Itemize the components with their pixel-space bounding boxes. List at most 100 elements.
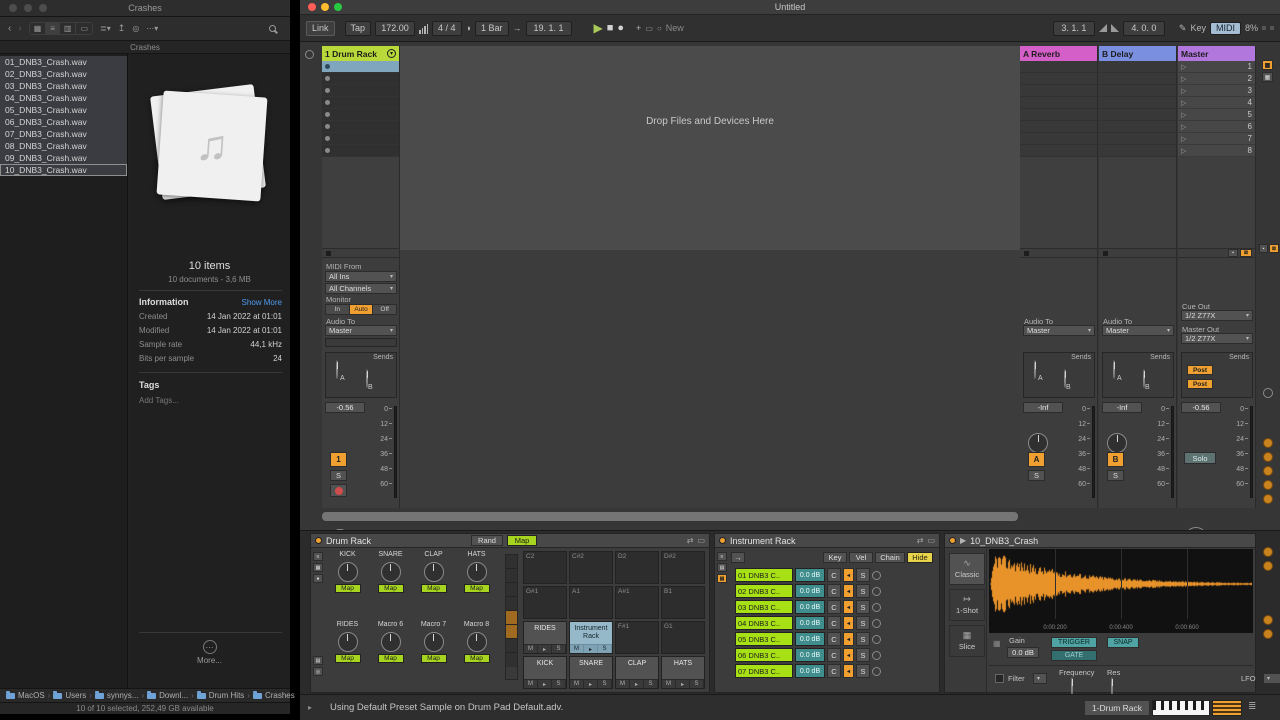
tags-button[interactable]: ◎ (132, 24, 139, 33)
gain-value[interactable]: 0.0 dB (1007, 647, 1039, 658)
chain-pan[interactable]: C (827, 648, 841, 662)
clip-stop-button[interactable] (325, 100, 330, 105)
back-to-arrangement-button[interactable]: ⊠ (1240, 249, 1252, 257)
chain-name[interactable]: 06 DNB3 C.. (735, 648, 793, 662)
drum-pad-empty[interactable]: D2 (615, 551, 659, 584)
pad-play-icon[interactable]: ▸ (538, 679, 552, 688)
chain-pan[interactable]: C (827, 664, 841, 678)
back-button[interactable]: ‹ (8, 23, 11, 34)
hot-swap-icon[interactable]: ◂ (843, 648, 854, 662)
clip-slot[interactable] (322, 85, 399, 97)
hot-swap-icon[interactable]: ◂ (843, 616, 854, 630)
chain-volume[interactable]: 0.0 dB (795, 616, 825, 630)
device-strip-toggle-2[interactable] (1263, 561, 1273, 571)
io-section-toggle[interactable] (1263, 388, 1273, 398)
hot-swap-icon[interactable]: ◂ (843, 584, 854, 598)
track-delay-toggle[interactable] (1263, 480, 1273, 490)
key-zone-display[interactable] (1152, 700, 1210, 716)
volume-value[interactable]: -0.56 (325, 402, 365, 413)
return-chains-toggle[interactable]: ▤ (313, 656, 323, 665)
chain-row[interactable]: 05 DNB3 C.. 0.0 dB C ◂ S (735, 632, 935, 646)
list-view-button[interactable]: ≡ (46, 23, 60, 34)
track-header[interactable]: 1 Drum Rack ▾ (322, 46, 399, 61)
chain-volume[interactable]: 0.0 dB (795, 632, 825, 646)
gallery-view-button[interactable]: ▭ (76, 23, 93, 34)
file-row-focused[interactable]: 10_DNB3_Crash.wav (0, 164, 127, 176)
list-icon[interactable]: ≣ (1248, 701, 1256, 712)
macro-map-button[interactable]: Map (420, 584, 447, 593)
macro-map-button[interactable]: Map (334, 654, 361, 663)
pad-solo-button[interactable]: S (598, 679, 612, 688)
file-row[interactable]: 08_DNB3_Crash.wav (0, 140, 127, 152)
empty-track-area[interactable]: Drop Files and Devices Here (400, 46, 1020, 250)
filter-checkbox[interactable] (995, 674, 1004, 683)
io-overview-icon[interactable]: ▦ (1262, 60, 1273, 70)
path-item[interactable]: synnys... (107, 691, 139, 700)
forward-button[interactable]: › (18, 23, 21, 34)
chain-name[interactable]: 07 DNB3 C.. (735, 664, 793, 678)
clip-stop-button[interactable] (325, 148, 330, 153)
scene-row[interactable]: ▷ 1 (1178, 61, 1255, 73)
map-mode-button[interactable]: Map (507, 535, 538, 546)
macro-knob[interactable] (423, 562, 444, 582)
fold-device-icon[interactable]: ▭ (697, 536, 705, 545)
return-b-header[interactable]: B Delay (1099, 46, 1176, 61)
chain-list-toggle[interactable]: ▤ (717, 563, 727, 572)
drum-pad-empty[interactable]: A#1 (615, 586, 659, 619)
chevron-circle-icon[interactable]: ▾ (387, 49, 396, 58)
macro-knob[interactable] (423, 632, 444, 652)
arrangement-return-icon[interactable]: ⊠ (1269, 244, 1279, 253)
chain-circle-icon[interactable] (872, 666, 881, 676)
master-out-dropdown[interactable]: 1/2 Z77X ▾ (1181, 333, 1253, 344)
devices-toggle[interactable]: ▤ (717, 574, 727, 583)
chain-circle-icon[interactable] (872, 650, 881, 660)
action-button[interactable]: ⋯▾ (146, 24, 158, 33)
drum-pad[interactable]: KICK M ▸ S (523, 656, 567, 689)
search-icon[interactable] (269, 25, 276, 32)
device-activator[interactable] (315, 537, 322, 544)
chain-name[interactable]: 05 DNB3 C.. (735, 632, 793, 646)
simpler-titlebar[interactable]: ▶ 10_DNB3_Crash (945, 534, 1255, 548)
device-strip-toggle-1[interactable] (1263, 547, 1273, 557)
volume-value[interactable]: -Inf (1023, 402, 1063, 413)
overdub-icon[interactable]: + (636, 23, 641, 33)
tempo-field[interactable]: 172.00 (375, 20, 416, 36)
path-item[interactable]: Downl... (159, 691, 188, 700)
scene-play-icon[interactable]: ▷ (1181, 147, 1186, 155)
drum-pad-empty[interactable]: G1 (661, 621, 705, 654)
key-zone-button[interactable]: Key (823, 552, 847, 563)
draw-mode-icon[interactable]: ✎ (1179, 23, 1187, 34)
macro-knob[interactable] (337, 632, 358, 652)
finder-tab[interactable]: Crashes (0, 41, 290, 54)
solo-button[interactable]: S (330, 470, 347, 481)
macro-map-button[interactable]: Map (420, 654, 447, 663)
clip-slot[interactable] (322, 109, 399, 121)
chain-name[interactable]: 01 DNB3 C.. (735, 568, 793, 582)
follow-icon[interactable]: → (513, 23, 522, 33)
chain-list-toggle[interactable]: ● (313, 574, 323, 583)
clip-slot[interactable] (322, 133, 399, 145)
pad-mute-button[interactable]: M (662, 679, 676, 688)
more-icon[interactable]: ⋯ (202, 640, 217, 654)
chain-select-button[interactable]: Chain (875, 552, 905, 563)
chain-name[interactable]: 04 DNB3 C.. (735, 616, 793, 630)
show-detail-chevron[interactable]: ▸ (308, 703, 312, 712)
pad-play-icon[interactable]: ▸ (584, 644, 598, 653)
gate-button[interactable]: GATE (1051, 650, 1097, 661)
hot-swap-icon[interactable]: ◂ (843, 664, 854, 678)
stop-all-icon[interactable]: ▪ (1259, 244, 1268, 253)
scene-play-icon[interactable]: ▷ (1181, 63, 1186, 71)
hot-swap-icon[interactable]: ⇄ (917, 536, 924, 545)
drum-pad-selected[interactable]: Instrument Rack M ▸ S (569, 621, 613, 654)
midi-thru-icon[interactable]: → (731, 552, 745, 563)
clip-slot[interactable] (322, 73, 399, 85)
punch-in-ramp-icon[interactable] (1098, 24, 1107, 32)
pad-solo-button[interactable]: S (690, 679, 704, 688)
pad-solo-button[interactable]: S (598, 644, 612, 653)
chain-row[interactable]: 02 DNB3 C.. 0.0 dB C ◂ S (735, 584, 935, 598)
path-item[interactable]: MacOS (18, 691, 45, 700)
hot-swap-icon[interactable]: ◂ (843, 568, 854, 582)
fold-device-icon[interactable]: ▭ (927, 536, 935, 545)
monitor-in-button[interactable]: In (326, 305, 350, 314)
scene-row[interactable]: ▷ 6 (1178, 121, 1255, 133)
